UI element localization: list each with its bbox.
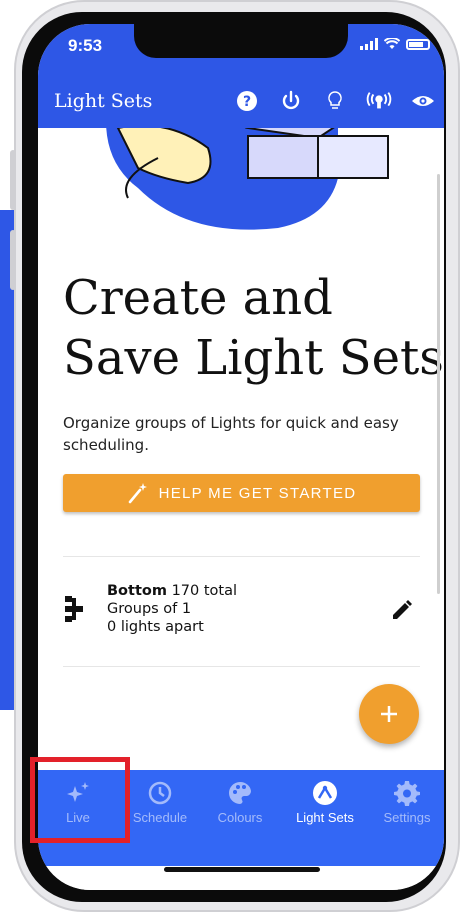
light-set-total: 170 total (171, 583, 238, 599)
help-me-get-started-button[interactable]: HELP ME GET STARTED (63, 474, 420, 512)
status-time: 9:53 (68, 36, 103, 55)
headline-line-1: Create and (63, 270, 333, 326)
light-set-row[interactable]: Bottom 170 total Groups of 1 0 lights ap… (63, 582, 420, 646)
nav-item-label: Light Sets (296, 810, 354, 825)
status-bar: 9:53 (38, 24, 444, 82)
light-set-name: Bottom (107, 583, 167, 599)
help-icon[interactable]: ? (234, 88, 260, 114)
divider (63, 666, 420, 667)
nav-item-label: Settings (383, 810, 431, 825)
headline: Create and Save Light Sets (63, 268, 444, 388)
app-bar: Light Sets ? (38, 82, 444, 128)
plus-icon (381, 706, 397, 722)
clock-icon (148, 781, 172, 805)
nav-item-colours[interactable]: Colours (204, 780, 276, 830)
gear-icon (394, 781, 420, 806)
palette-icon (229, 781, 252, 804)
light-set-spacing: 0 lights apart (107, 619, 204, 635)
phone-side-button (10, 150, 16, 210)
nav-item-settings[interactable]: Settings (370, 780, 444, 830)
svg-text:?: ? (243, 94, 251, 110)
magic-wand-icon (128, 483, 147, 504)
main-content: Create and Save Light Sets Organize grou… (38, 128, 444, 768)
nav-item-schedule[interactable]: Schedule (124, 780, 196, 830)
status-icons (360, 38, 430, 50)
description-text: Organize groups of Lights for quick and … (63, 414, 399, 454)
headline-line-2: Save Light Sets (63, 330, 444, 386)
wifi-icon (384, 38, 400, 49)
divider (63, 556, 420, 557)
phone-side-button (10, 230, 16, 290)
scrollbar[interactable] (437, 174, 440, 594)
nav-item-label: Colours (217, 810, 263, 825)
highlight-box (30, 757, 130, 843)
bulb-icon[interactable] (322, 88, 348, 114)
light-set-details: Bottom 170 total Groups of 1 0 lights ap… (107, 582, 237, 636)
tree-structure-icon (65, 596, 83, 622)
signal-icon (360, 38, 378, 50)
help-button-label: HELP ME GET STARTED (158, 484, 357, 502)
notch (134, 24, 348, 58)
eye-icon[interactable] (410, 88, 436, 114)
home-indicator[interactable] (164, 867, 320, 872)
add-light-set-button[interactable] (359, 684, 419, 744)
edit-icon[interactable] (390, 598, 414, 622)
page-title: Light Sets (54, 90, 153, 112)
light-set-groups: Groups of 1 (107, 601, 192, 617)
battery-icon (406, 38, 430, 50)
broadcast-icon[interactable] (366, 88, 392, 114)
hero-illustration (106, 128, 389, 230)
power-icon[interactable] (278, 88, 304, 114)
light-sets-icon (313, 781, 337, 805)
nav-item-light-sets[interactable]: Light Sets (284, 780, 366, 830)
nav-item-label: Schedule (132, 810, 188, 825)
app-bar-actions: ? (234, 88, 436, 114)
